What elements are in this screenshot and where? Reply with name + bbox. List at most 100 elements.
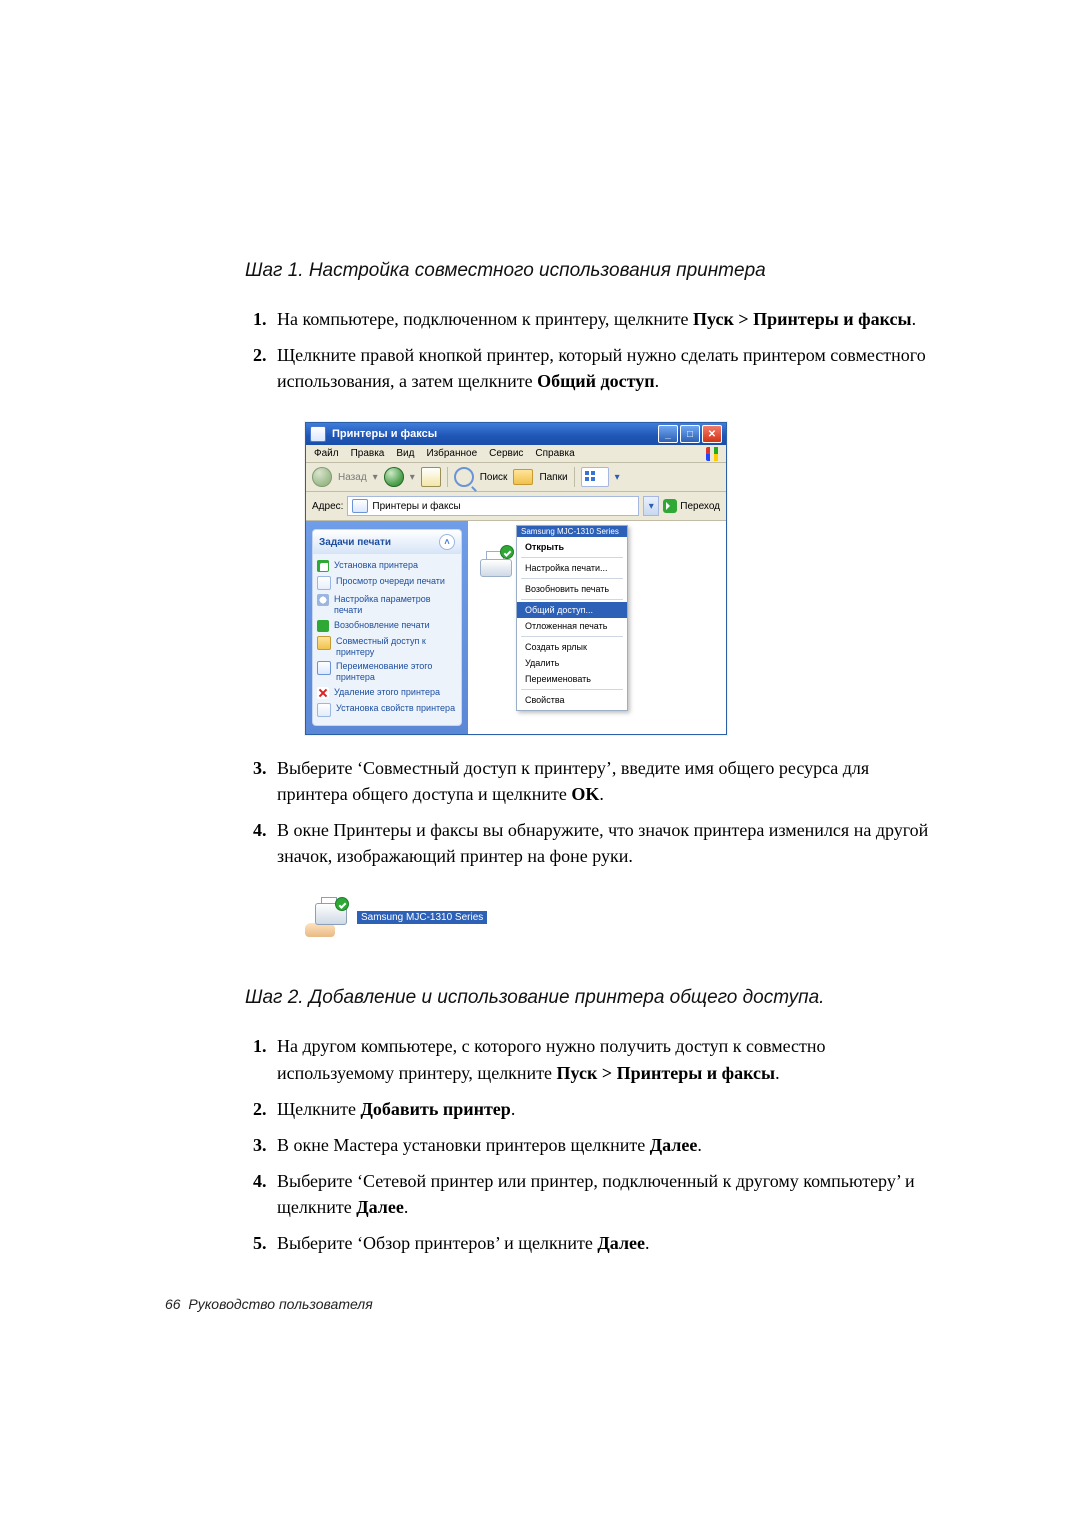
task-share[interactable]: Совместный доступ к принтеру — [317, 634, 457, 660]
text: . — [775, 1063, 780, 1083]
page-footer: 66 Руководство пользователя — [165, 1296, 940, 1312]
ctx-open[interactable]: Открыть — [517, 539, 627, 555]
text: Щелкните — [277, 1099, 361, 1119]
ctx-shortcut[interactable]: Создать ярлык — [517, 639, 627, 655]
close-button[interactable]: ✕ — [702, 425, 722, 443]
ctx-rename[interactable]: Переименовать — [517, 671, 627, 687]
task-props[interactable]: Установка свойств принтера — [317, 701, 457, 719]
ctx-sep — [521, 636, 623, 637]
back-button[interactable] — [312, 467, 332, 487]
bold-text: Далее — [597, 1233, 645, 1253]
text: . — [645, 1233, 650, 1253]
tasks-box: Задачи печати ˄ Установка принтера Просм… — [312, 529, 462, 726]
tasks-pane: Задачи печати ˄ Установка принтера Просм… — [306, 521, 468, 734]
share-icon — [317, 636, 331, 650]
step2-item: Щелкните Добавить принтер. — [271, 1096, 940, 1122]
separator — [574, 467, 575, 487]
address-dropdown[interactable]: ▾ — [643, 496, 659, 516]
address-bar: Адрес: Принтеры и факсы ▾ Переход — [306, 492, 726, 521]
printer-icon[interactable] — [478, 551, 512, 579]
bold-text: Пуск > Принтеры и факсы — [557, 1063, 776, 1083]
menu-edit[interactable]: Правка — [351, 448, 385, 459]
views-dd[interactable]: ▾ — [615, 472, 620, 483]
go-label: Переход — [680, 501, 720, 512]
queue-icon — [317, 576, 331, 590]
search-label[interactable]: Поиск — [480, 472, 508, 483]
window-icon — [310, 426, 326, 442]
ctx-resume[interactable]: Возобновить печать — [517, 581, 627, 597]
text: В окне Принтеры и факсы вы обнаружите, ч… — [277, 820, 928, 866]
bold-text: Далее — [356, 1197, 404, 1217]
task-label: Возобновление печати — [334, 620, 430, 631]
folders-label[interactable]: Папки — [539, 472, 567, 483]
go-button[interactable]: Переход — [663, 499, 720, 513]
ctx-prefs[interactable]: Настройка печати... — [517, 560, 627, 576]
menu-tools[interactable]: Сервис — [489, 448, 523, 459]
step2-heading: Шаг 2. Добавление и использование принте… — [245, 987, 940, 1009]
ctx-share[interactable]: Общий доступ... — [517, 602, 627, 618]
ctx-sep — [521, 689, 623, 690]
task-label: Переименование этого принтера — [336, 661, 457, 683]
bold-text: Общий доступ — [537, 371, 655, 391]
address-input[interactable]: Принтеры и факсы — [347, 496, 639, 516]
menu-help[interactable]: Справка — [535, 448, 574, 459]
address-icon — [352, 499, 368, 513]
menu-favorites[interactable]: Избранное — [426, 448, 477, 459]
bold-text: Далее — [650, 1135, 698, 1155]
shared-printer-label: Samsung MJC-1310 Series — [357, 911, 487, 924]
step1-item: Выберите ‘Совместный доступ к принтеру’,… — [271, 755, 940, 807]
menu-view[interactable]: Вид — [396, 448, 414, 459]
bold-text: OK — [571, 784, 599, 804]
up-button[interactable] — [421, 467, 441, 487]
step1-item: На компьютере, подключенном к принтеру, … — [271, 306, 940, 332]
address-value: Принтеры и факсы — [372, 501, 460, 512]
fwd-dd[interactable]: ▾ — [410, 472, 415, 483]
content-pane: Samsung MJC-1310 Series Открыть Настройк… — [468, 521, 726, 734]
go-icon — [663, 499, 677, 513]
step2-item: Выберите ‘Обзор принтеров’ и щелкните Да… — [271, 1230, 940, 1256]
step1-item: Щелкните правой кнопкой принтер, который… — [271, 342, 940, 394]
step2-item: В окне Мастера установки принтеров щелкн… — [271, 1132, 940, 1158]
step1-item: В окне Принтеры и факсы вы обнаружите, ч… — [271, 817, 940, 869]
folders-icon[interactable] — [513, 469, 533, 485]
text: На компьютере, подключенном к принтеру, … — [277, 309, 693, 329]
text: . — [655, 371, 660, 391]
text: . — [404, 1197, 409, 1217]
views-button[interactable] — [581, 467, 609, 487]
shared-printer-icon — [305, 897, 351, 937]
toolbar: Назад ▾ ▾ Поиск Папки ▾ — [306, 463, 726, 492]
footer-label: Руководство пользователя — [188, 1296, 372, 1312]
default-check-icon — [500, 545, 514, 559]
printers-window: Принтеры и факсы _ □ ✕ Файл Правка Вид И… — [305, 422, 727, 735]
task-label: Просмотр очереди печати — [336, 576, 445, 587]
window-title: Принтеры и факсы — [332, 428, 656, 440]
task-delete[interactable]: Удаление этого принтера — [317, 685, 457, 701]
text: Выберите ‘Обзор принтеров’ и щелкните — [277, 1233, 597, 1253]
address-label: Адрес: — [312, 501, 343, 512]
ctx-printer-name: Samsung MJC-1310 Series — [517, 526, 627, 537]
tasks-heading[interactable]: Задачи печати ˄ — [313, 530, 461, 554]
collapse-icon[interactable]: ˄ — [439, 534, 455, 550]
maximize-button[interactable]: □ — [680, 425, 700, 443]
shared-printer-figure: Samsung MJC-1310 Series — [305, 897, 940, 937]
titlebar: Принтеры и факсы _ □ ✕ — [306, 423, 726, 445]
text: . — [912, 309, 917, 329]
task-resume[interactable]: Возобновление печати — [317, 618, 457, 634]
forward-button[interactable] — [384, 467, 404, 487]
back-dd[interactable]: ▾ — [373, 472, 378, 483]
task-label: Установка принтера — [334, 560, 418, 571]
task-prefs[interactable]: Настройка параметров печати — [317, 592, 457, 618]
menu-file[interactable]: Файл — [314, 448, 339, 459]
ctx-offline[interactable]: Отложенная печать — [517, 618, 627, 634]
text: . — [511, 1099, 516, 1119]
task-queue[interactable]: Просмотр очереди печати — [317, 574, 457, 592]
minimize-button[interactable]: _ — [658, 425, 678, 443]
task-label: Установка свойств принтера — [336, 703, 455, 714]
task-rename[interactable]: Переименование этого принтера — [317, 659, 457, 685]
step1-list: На компьютере, подключенном к принтеру, … — [245, 306, 940, 394]
ctx-delete[interactable]: Удалить — [517, 655, 627, 671]
ctx-props[interactable]: Свойства — [517, 692, 627, 708]
search-icon[interactable] — [454, 467, 474, 487]
page-number: 66 — [165, 1296, 181, 1312]
task-install[interactable]: Установка принтера — [317, 558, 457, 574]
